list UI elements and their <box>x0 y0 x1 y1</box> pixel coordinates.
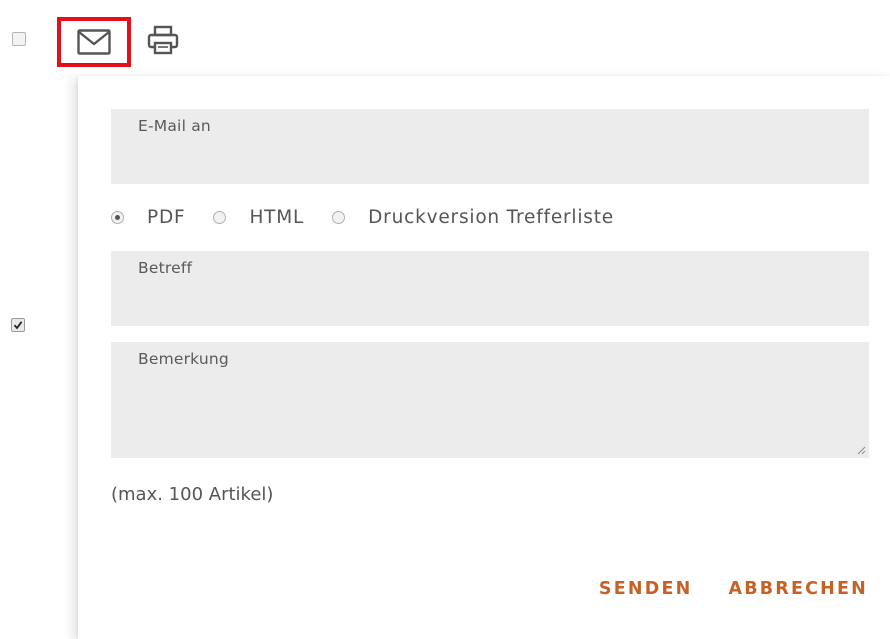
limit-note: (max. 100 Artikel) <box>111 484 274 505</box>
format-option-druckversion[interactable]: Druckversion Trefferliste <box>332 207 614 228</box>
resize-grip-icon[interactable] <box>856 445 866 455</box>
send-button[interactable]: SENDEN <box>599 579 693 599</box>
select-all-checkbox[interactable] <box>12 32 26 46</box>
format-html-label: HTML <box>249 206 305 228</box>
email-recipient-field[interactable]: E-Mail an <box>111 109 869 184</box>
format-radio-group: PDF HTML Druckversion Trefferliste <box>111 202 642 232</box>
checkmark-icon <box>13 321 23 330</box>
radio-pdf[interactable] <box>111 210 124 224</box>
email-panel: E-Mail an PDF HTML Druckversion Trefferl… <box>78 76 890 639</box>
cancel-button[interactable]: ABBRECHEN <box>728 579 868 599</box>
row-checkbox[interactable] <box>11 318 25 332</box>
page: E-Mail an PDF HTML Druckversion Trefferl… <box>0 0 890 639</box>
form-actions: SENDEN ABBRECHEN <box>599 579 868 599</box>
format-option-pdf[interactable]: PDF <box>111 207 185 228</box>
format-pdf-label: PDF <box>147 206 186 228</box>
radio-html[interactable] <box>213 210 227 224</box>
envelope-icon <box>77 29 111 55</box>
subject-label: Betreff <box>138 259 193 277</box>
printer-icon <box>147 25 179 55</box>
email-button[interactable] <box>57 17 131 67</box>
remark-textarea[interactable]: Bemerkung <box>111 342 869 458</box>
radio-druckversion[interactable] <box>332 210 346 224</box>
remark-label: Bemerkung <box>138 350 229 368</box>
email-recipient-label: E-Mail an <box>138 117 211 135</box>
print-button[interactable] <box>145 24 181 56</box>
format-druckversion-label: Druckversion Trefferliste <box>368 206 614 228</box>
format-option-html[interactable]: HTML <box>213 207 304 228</box>
subject-field[interactable]: Betreff <box>111 251 869 326</box>
